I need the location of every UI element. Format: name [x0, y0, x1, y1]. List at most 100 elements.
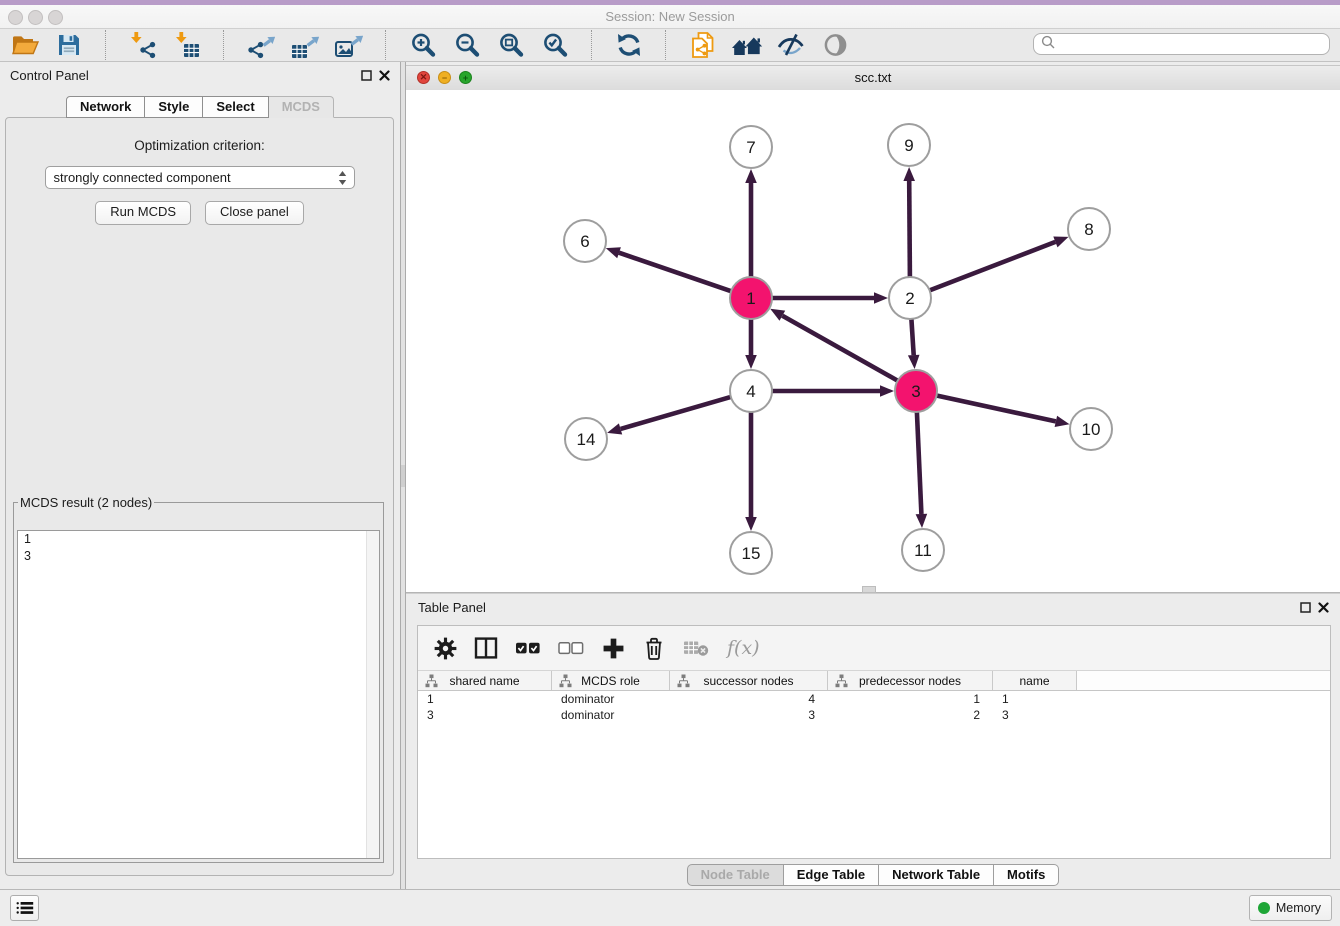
delete-table-icon[interactable]: [683, 634, 710, 662]
cell-predecessor-nodes[interactable]: 2: [828, 707, 993, 723]
criterion-dropdown[interactable]: strongly connected component: [45, 166, 355, 189]
column-header-name[interactable]: name: [993, 671, 1077, 690]
graph-node-6[interactable]: 6: [564, 220, 606, 262]
import-network-icon[interactable]: [126, 30, 160, 60]
cell-shared-name[interactable]: 3: [418, 707, 552, 723]
tab-edge-table[interactable]: Edge Table: [784, 864, 879, 886]
toolbar-icon-groups: [8, 30, 852, 60]
eye-icon[interactable]: [818, 30, 852, 60]
main-toolbar: [0, 29, 1340, 62]
column-header-MCDS-role[interactable]: MCDS role: [552, 671, 670, 690]
graph-edge-1-4[interactable]: [745, 319, 757, 369]
network-canvas[interactable]: 7 9 6 8 1 2 4 3 14 10 15 11: [406, 90, 1340, 592]
tab-network-table[interactable]: Network Table: [879, 864, 994, 886]
cell-successor-nodes[interactable]: 4: [670, 691, 828, 707]
tab-select[interactable]: Select: [203, 96, 268, 118]
export-image-icon[interactable]: [332, 30, 366, 60]
application-window: { "window": {"title": "Session: New Sess…: [0, 0, 1340, 926]
gear-icon[interactable]: [433, 634, 457, 662]
graph-edge-4-3[interactable]: [772, 385, 894, 397]
graph-node-4[interactable]: 4: [730, 370, 772, 412]
graph-edge-1-2[interactable]: [772, 292, 888, 304]
graph-edge-4-14[interactable]: [607, 397, 731, 435]
horizontal-splitter-grip[interactable]: [862, 586, 876, 593]
graph-edge-3-11[interactable]: [916, 412, 928, 528]
tab-style[interactable]: Style: [145, 96, 203, 118]
hierarchy-icon: [677, 674, 690, 691]
cell-MCDS-role[interactable]: dominator: [552, 691, 670, 707]
refresh-icon[interactable]: [612, 30, 646, 60]
tab-motifs[interactable]: Motifs: [994, 864, 1059, 886]
graph-node-9[interactable]: 9: [888, 124, 930, 166]
graph-node-15[interactable]: 15: [730, 532, 772, 574]
hierarchy-icon: [425, 674, 438, 691]
graph-edge-3-10[interactable]: [937, 396, 1070, 428]
table-row[interactable]: 1dominator411: [418, 691, 1330, 707]
run-mcds-button[interactable]: Run MCDS: [95, 201, 191, 225]
search-box[interactable]: [1033, 33, 1330, 55]
graph-edge-1-7[interactable]: [745, 169, 757, 277]
toolbar-separator: [223, 30, 225, 60]
graph-node-14[interactable]: 14: [565, 418, 607, 460]
toolbar-separator: [591, 30, 593, 60]
close-panel-icon[interactable]: [378, 69, 391, 82]
graph-node-7[interactable]: 7: [730, 126, 772, 168]
float-panel-icon[interactable]: [360, 69, 373, 82]
memory-button[interactable]: Memory: [1249, 895, 1332, 921]
column-header-predecessor-nodes[interactable]: predecessor nodes: [828, 671, 993, 690]
columns-icon[interactable]: [474, 634, 498, 662]
fx-icon[interactable]: f(x): [727, 634, 760, 662]
task-history-button[interactable]: [10, 895, 39, 921]
graph-edge-2-8[interactable]: [930, 237, 1069, 291]
table-row[interactable]: 3dominator323: [418, 707, 1330, 723]
save-icon[interactable]: [52, 30, 86, 60]
tab-node-table[interactable]: Node Table: [687, 864, 784, 886]
graph-edge-2-9[interactable]: [903, 167, 915, 277]
tab-network[interactable]: Network: [66, 96, 145, 118]
svg-text:10: 10: [1082, 420, 1101, 439]
graph-node-2[interactable]: 2: [889, 277, 931, 319]
zoom-selected-icon[interactable]: [538, 30, 572, 60]
duplicate-network-icon[interactable]: [686, 30, 720, 60]
deselect-all-icon[interactable]: [558, 634, 584, 662]
cell-name[interactable]: 1: [993, 691, 1077, 707]
result-scrollbar[interactable]: [366, 531, 379, 858]
cell-MCDS-role[interactable]: dominator: [552, 707, 670, 723]
add-icon[interactable]: [601, 634, 625, 662]
column-label: name: [1019, 674, 1049, 688]
graph-node-3[interactable]: 3: [895, 370, 937, 412]
cell-successor-nodes[interactable]: 3: [670, 707, 828, 723]
close-panel-button[interactable]: Close panel: [205, 201, 304, 225]
graph-edge-1-6[interactable]: [606, 247, 731, 291]
export-network-icon[interactable]: [244, 30, 278, 60]
home-icon[interactable]: [730, 30, 764, 60]
toggle-visibility-icon[interactable]: [774, 30, 808, 60]
graph-node-1[interactable]: 1: [730, 277, 772, 319]
float-table-panel-icon[interactable]: [1299, 601, 1312, 614]
splitter-grip[interactable]: [401, 465, 405, 487]
graph-edge-2-3[interactable]: [908, 319, 920, 369]
graph-node-11[interactable]: 11: [902, 529, 944, 571]
close-table-panel-icon[interactable]: [1317, 601, 1330, 614]
column-header-successor-nodes[interactable]: successor nodes: [670, 671, 828, 690]
import-table-icon[interactable]: [170, 30, 204, 60]
cell-predecessor-nodes[interactable]: 1: [828, 691, 993, 707]
column-header-shared-name[interactable]: shared name: [418, 671, 552, 690]
mcds-result-list[interactable]: 13: [17, 530, 380, 859]
graph-node-10[interactable]: 10: [1070, 408, 1112, 450]
trash-icon[interactable]: [642, 634, 666, 662]
zoom-in-icon[interactable]: [406, 30, 440, 60]
select-all-icon[interactable]: [515, 634, 541, 662]
graph-edge-3-1[interactable]: [770, 309, 898, 381]
mcds-panel-body: Optimization criterion: strongly connect…: [5, 117, 394, 876]
cell-name[interactable]: 3: [993, 707, 1077, 723]
open-folder-icon[interactable]: [8, 30, 42, 60]
zoom-out-icon[interactable]: [450, 30, 484, 60]
zoom-fit-icon[interactable]: [494, 30, 528, 60]
tab-mcds[interactable]: MCDS: [269, 96, 334, 118]
graph-node-8[interactable]: 8: [1068, 208, 1110, 250]
graph-edge-4-15[interactable]: [745, 412, 757, 531]
search-input[interactable]: [1059, 35, 1329, 53]
export-table-icon[interactable]: [288, 30, 322, 60]
cell-shared-name[interactable]: 1: [418, 691, 552, 707]
